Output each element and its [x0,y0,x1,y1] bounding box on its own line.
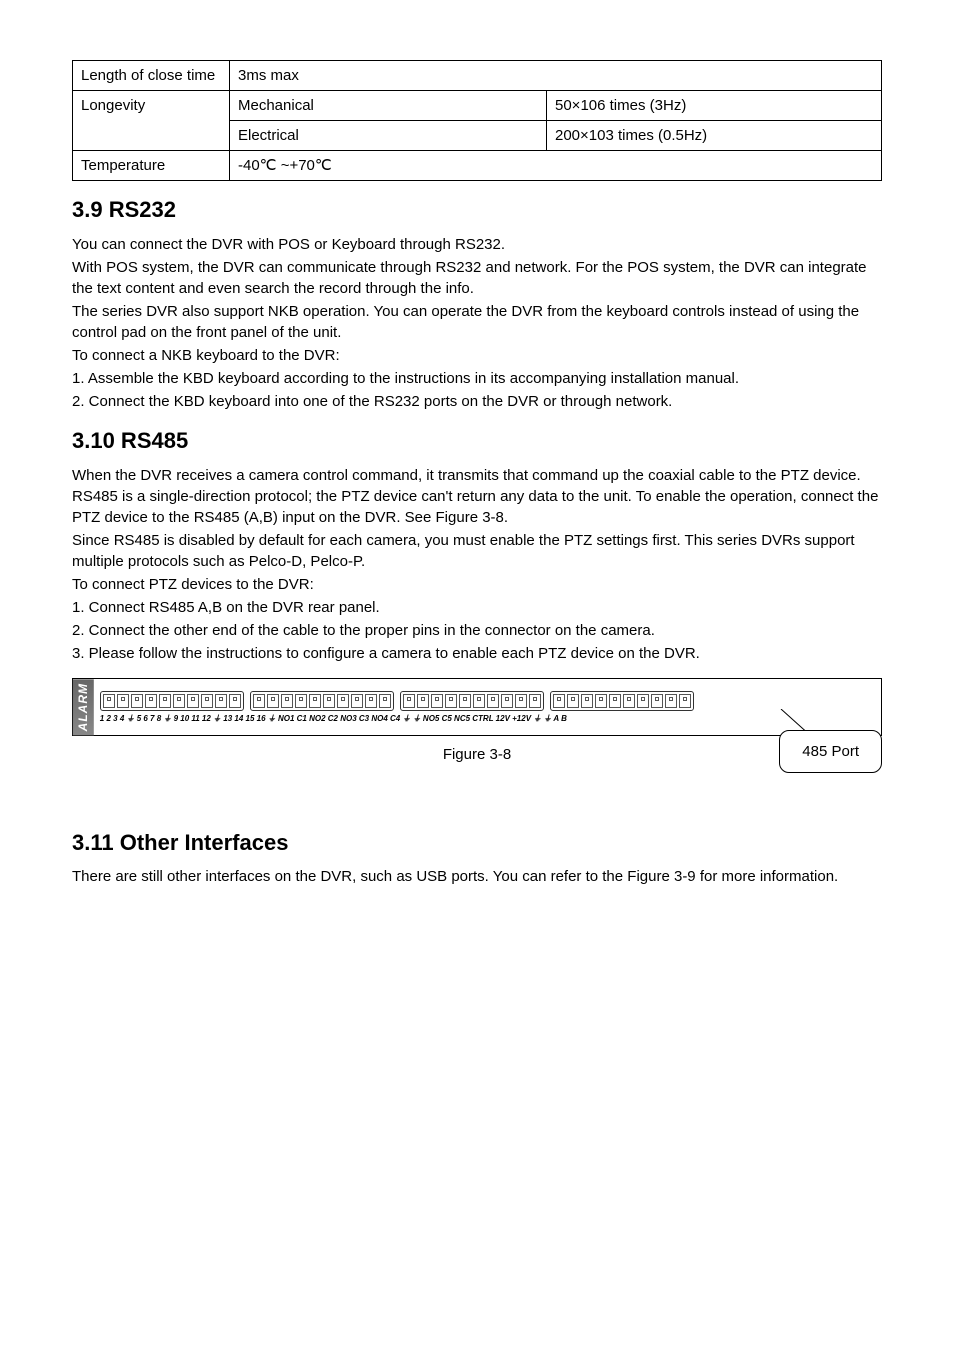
section-rs232-body: You can connect the DVR with POS or Keyb… [72,234,882,412]
cell-longevity-label: Longevity [73,91,230,151]
callout-485-port: 485 Port [779,730,882,773]
cell-mechanical-value: 50×106 times (3Hz) [547,91,882,121]
heading-rs232: 3.9 RS232 [72,195,882,226]
rs232-p1: You can connect the DVR with POS or Keyb… [72,234,882,255]
rs485-p5: 2. Connect the other end of the cable to… [72,620,882,641]
rs232-p3: The series DVR also support NKB operatio… [72,301,882,343]
cell-close-time-value: 3ms max [230,61,882,91]
cell-electrical-value: 200×103 times (0.5Hz) [547,121,882,151]
figure-3-8: ALARM 1 2 3 4 ⏚ 5 6 7 8 ⏚ 9 10 11 12 ⏚ 1… [72,678,882,788]
rs485-p6: 3. Please follow the instructions to con… [72,643,882,664]
cell-close-time-label: Length of close time [73,61,230,91]
rs485-p4: 1. Connect RS485 A,B on the DVR rear pan… [72,597,882,618]
rs232-p5: 1. Assemble the KBD keyboard according t… [72,368,882,389]
figure-caption: Figure 3-8 [72,744,882,765]
rs485-p1: When the DVR receives a camera control c… [72,465,882,528]
rs232-p6: 2. Connect the KBD keyboard into one of … [72,391,882,412]
heading-other-interfaces: 3.11 Other Interfaces [72,828,882,859]
rs485-p2: Since RS485 is disabled by default for e… [72,530,882,572]
other-p1: There are still other interfaces on the … [72,866,882,887]
rs232-p2: With POS system, the DVR can communicate… [72,257,882,299]
section-rs485-body: When the DVR receives a camera control c… [72,465,882,664]
spec-table: Length of close time 3ms max Longevity M… [72,60,882,181]
rs485-p3: To connect PTZ devices to the DVR: [72,574,882,595]
cell-temperature-value: -40℃ ~+70℃ [230,151,882,181]
cell-mechanical-label: Mechanical [230,91,547,121]
heading-rs485: 3.10 RS485 [72,426,882,457]
cell-electrical-label: Electrical [230,121,547,151]
terminal-row [100,691,875,711]
cell-temperature-label: Temperature [73,151,230,181]
section-other-interfaces-body: There are still other interfaces on the … [72,866,882,887]
alarm-terminal-strip: ALARM 1 2 3 4 ⏚ 5 6 7 8 ⏚ 9 10 11 12 ⏚ 1… [72,678,882,736]
alarm-side-label: ALARM [73,679,94,735]
rs232-p4: To connect a NKB keyboard to the DVR: [72,345,882,366]
terminal-labels: 1 2 3 4 ⏚ 5 6 7 8 ⏚ 9 10 11 12 ⏚ 13 14 1… [100,713,875,724]
